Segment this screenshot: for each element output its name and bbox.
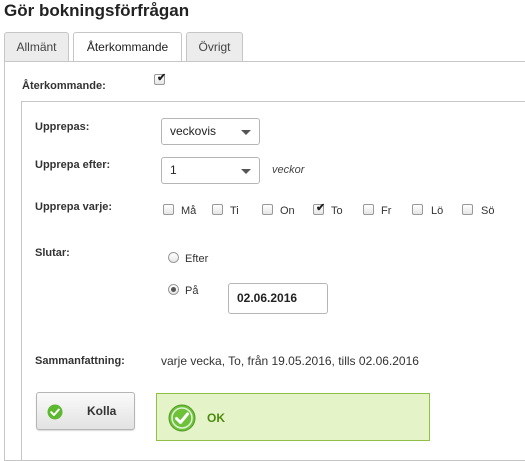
repeat-label: Upprepas: xyxy=(35,121,90,133)
day-checkbox-sat[interactable] xyxy=(412,204,423,215)
ends-after-radio[interactable] xyxy=(168,252,179,263)
day-label-wed: On xyxy=(280,205,295,217)
repeat-select-value: veckovis xyxy=(170,124,217,138)
check-circle-icon xyxy=(47,404,63,420)
day-label-tue: Ti xyxy=(230,205,239,217)
day-checkbox-thu[interactable]: ✔ xyxy=(313,202,326,215)
day-checkbox-tue[interactable] xyxy=(212,204,223,215)
day-label-sat: Lö xyxy=(431,205,444,217)
repeat-after-unit: veckor xyxy=(272,164,305,176)
day-label-mon: Må xyxy=(181,205,197,217)
tab-general[interactable]: Allmänt xyxy=(4,32,69,62)
repeat-select[interactable]: veckovis xyxy=(161,118,260,145)
recurring-label: Återkommande: xyxy=(22,80,106,92)
repeat-after-select[interactable]: 1 xyxy=(161,157,260,184)
day-checkbox-fri[interactable] xyxy=(363,204,374,215)
summary-label: Sammanfattning: xyxy=(35,355,125,367)
ends-label: Slutar: xyxy=(35,247,70,259)
status-ok-box: OK xyxy=(156,393,430,441)
repeat-after-select-value: 1 xyxy=(170,163,177,177)
tab-other[interactable]: Övrigt xyxy=(186,32,243,62)
check-button-label: Kolla xyxy=(87,404,117,418)
day-checkbox-sun[interactable] xyxy=(462,204,473,215)
recurring-checkbox[interactable]: ✔ xyxy=(154,72,167,85)
day-label-fri: Fr xyxy=(381,205,392,217)
tab-recurring[interactable]: Återkommande xyxy=(73,32,182,63)
radio-dot-icon xyxy=(171,287,176,292)
status-ok-label: OK xyxy=(207,411,225,425)
chevron-down-icon xyxy=(241,169,251,174)
ends-on-label: På xyxy=(185,285,199,297)
chevron-down-icon xyxy=(241,130,251,135)
check-icon: ✔ xyxy=(157,72,167,84)
ends-after-label: Efter xyxy=(185,253,209,265)
check-circle-icon xyxy=(168,404,196,432)
summary-text: varje vecka, To, från 19.05.2016, tills … xyxy=(161,354,419,368)
check-button[interactable]: Kolla xyxy=(36,392,135,430)
day-checkbox-mon[interactable] xyxy=(163,204,174,215)
day-label-thu: To xyxy=(331,205,343,217)
repeat-after-label: Upprepa efter: xyxy=(35,159,111,171)
repeat-every-label: Upprepa varje: xyxy=(35,201,113,213)
day-label-sun: Sö xyxy=(481,205,495,217)
check-icon: ✔ xyxy=(316,202,326,214)
day-checkbox-wed[interactable] xyxy=(262,204,273,215)
end-date-input[interactable]: 02.06.2016 xyxy=(228,283,328,314)
ends-on-radio[interactable] xyxy=(168,284,179,295)
page-title: Gör bokningsförfrågan xyxy=(4,1,190,20)
